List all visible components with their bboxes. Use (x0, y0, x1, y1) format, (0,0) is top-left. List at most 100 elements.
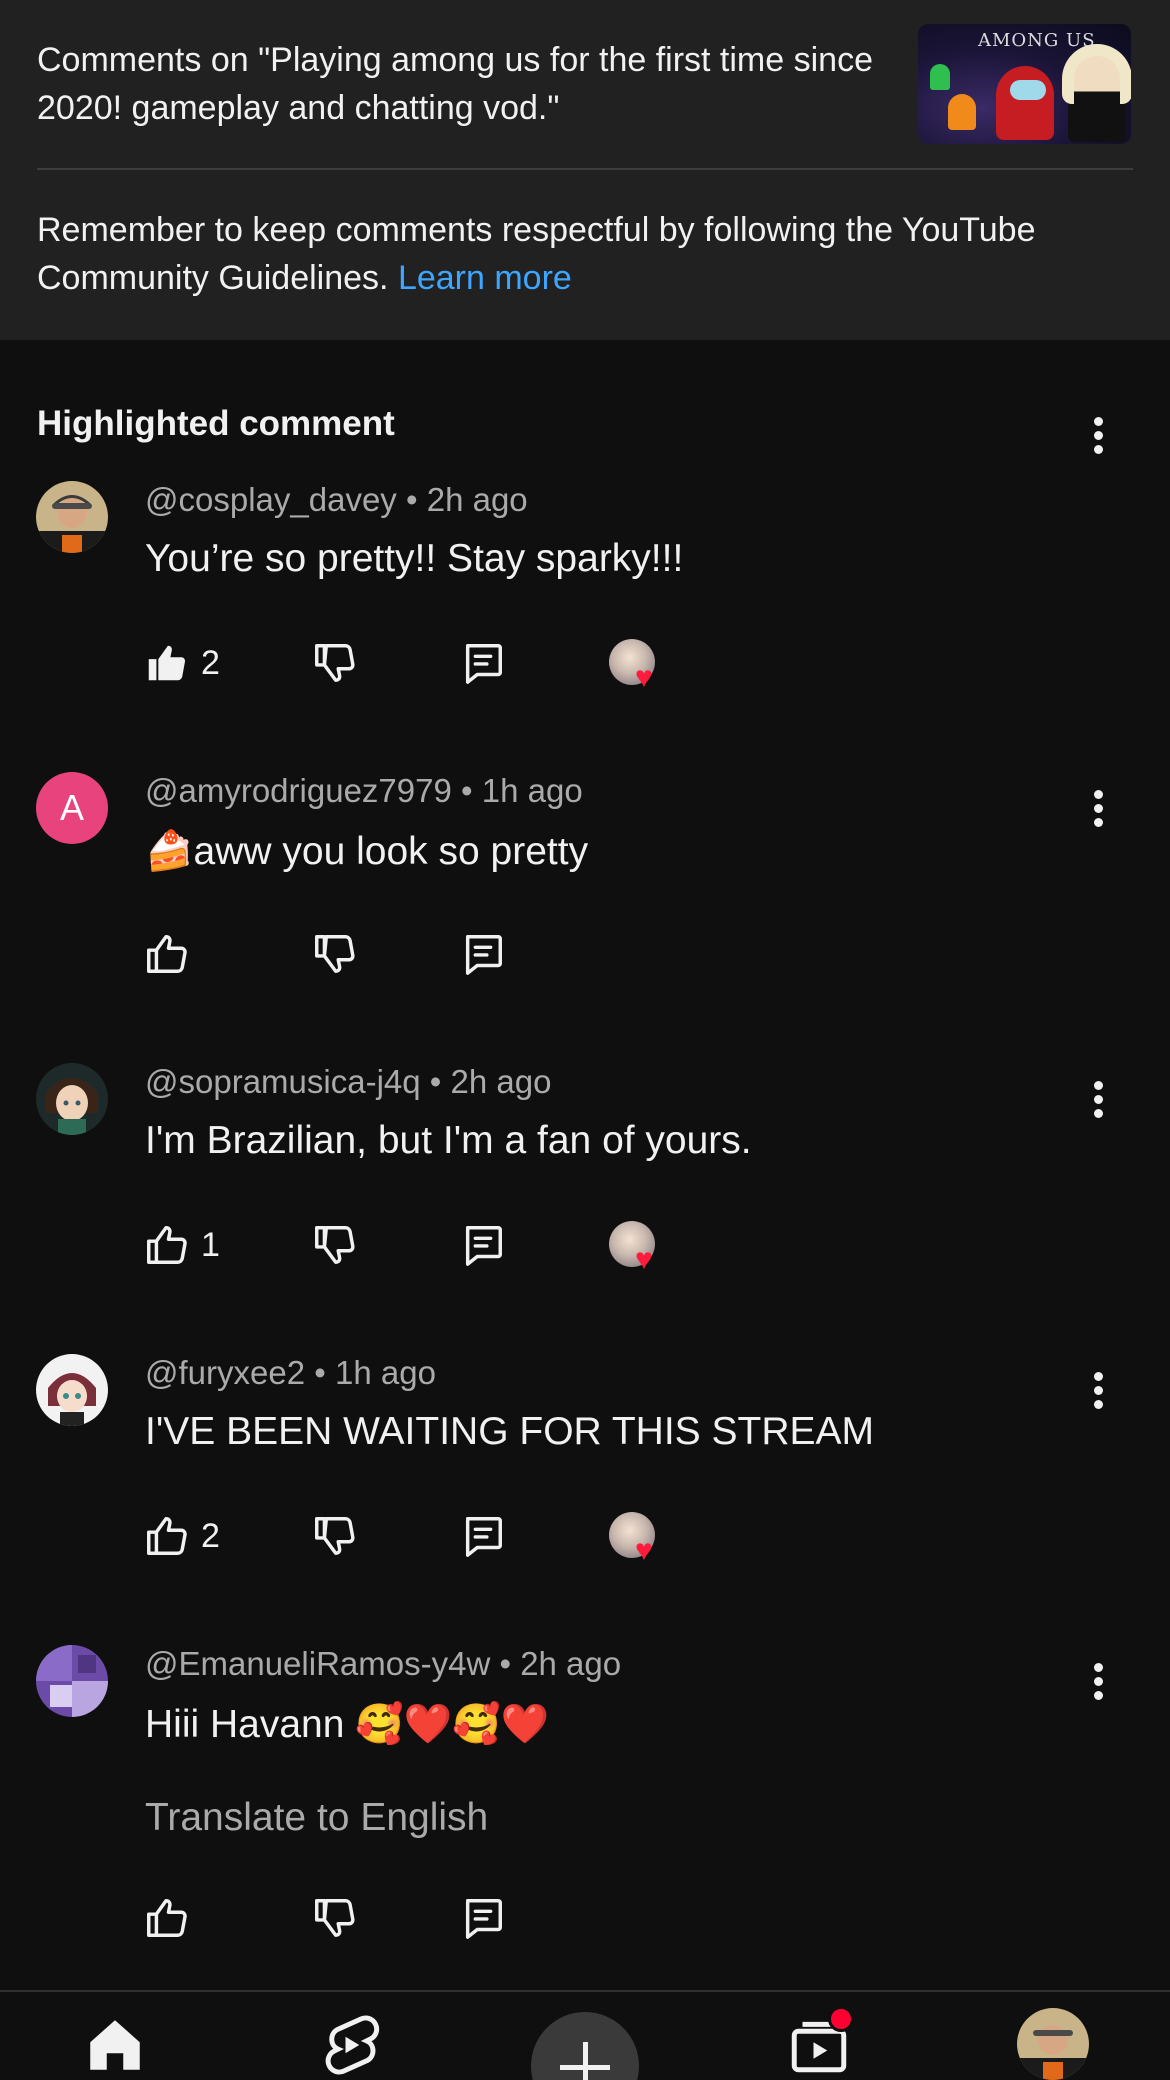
thumbs-up-icon (147, 1517, 187, 1555)
comments-title: Comments on "Playing among us for the fi… (37, 41, 873, 127)
comment-meta: @EmanueliRamos-y4w • 2h ago (145, 1645, 621, 1683)
more-vertical-icon[interactable] (1083, 1366, 1113, 1414)
more-vertical-icon[interactable] (1083, 411, 1113, 459)
thumbs-down-icon (315, 1226, 355, 1264)
thumbs-down-icon (315, 644, 355, 682)
meta-separator: • (461, 772, 473, 809)
like-count: 2 (201, 643, 220, 682)
more-vertical-icon[interactable] (1083, 1075, 1113, 1123)
comments-header: Comments on "Playing among us for the fi… (0, 0, 1170, 340)
notification-dot (828, 2006, 854, 2032)
thumbs-up-icon (147, 935, 187, 973)
thumbs-down-icon (315, 1899, 355, 1937)
comment-author[interactable]: @EmanueliRamos-y4w (145, 1645, 490, 1682)
reply-comment-icon (465, 644, 502, 684)
reply-comment-icon (465, 935, 502, 975)
comment-time: 2h ago (450, 1063, 552, 1100)
avatar[interactable] (36, 1354, 108, 1426)
avatar[interactable] (36, 1645, 108, 1717)
comment-actions (143, 1890, 743, 1946)
translate-link[interactable]: Translate to English (145, 1796, 488, 1840)
creator-heart-icon: ♥ (609, 1512, 665, 1568)
comment-actions: 1 ♥ (143, 1217, 743, 1275)
comment-actions: 2 ♥ (143, 1508, 743, 1566)
dislike-button[interactable] (311, 926, 357, 982)
like-count: 2 (201, 1516, 220, 1555)
like-button[interactable]: 1 (143, 1217, 220, 1273)
crewmate-orange (948, 94, 976, 130)
thumbs-down-icon (315, 935, 355, 973)
comment-author[interactable]: @furyxee2 (145, 1354, 305, 1391)
comment-text: Hiii Havann 🥰❤️🥰❤️ (145, 1703, 550, 1746)
bottom-navigation (0, 1990, 1170, 2080)
meta-separator: • (314, 1354, 326, 1391)
like-button[interactable]: 2 (143, 635, 220, 691)
more-vertical-icon[interactable] (1083, 1657, 1113, 1705)
reply-button[interactable] (460, 1890, 506, 1946)
like-button[interactable] (143, 1890, 189, 1946)
like-count: 1 (201, 1225, 220, 1264)
shorts-icon[interactable] (318, 2012, 384, 2080)
like-button[interactable]: 2 (143, 1508, 220, 1564)
dislike-button[interactable] (311, 1508, 357, 1564)
comment-author[interactable]: @cosplay_davey (145, 481, 397, 518)
comment-actions (143, 926, 743, 982)
dislike-button[interactable] (311, 635, 357, 691)
thumbs-down-icon (315, 1517, 355, 1555)
comment-author[interactable]: @amyrodriguez7979 (145, 772, 452, 809)
comment-text: I'm Brazilian, but I'm a fan of yours. (145, 1119, 752, 1162)
comment-meta: @cosplay_davey • 2h ago (145, 481, 528, 519)
video-thumbnail[interactable]: AMONG US (918, 24, 1131, 144)
avatar[interactable]: A (36, 772, 108, 844)
reply-comment-icon (465, 1226, 502, 1266)
meta-separator: • (499, 1645, 512, 1682)
meta-separator: • (429, 1063, 442, 1100)
crewmate-green (930, 64, 950, 90)
streamer-hair (1062, 44, 1131, 104)
dislike-button[interactable] (311, 1217, 357, 1273)
guidelines-notice: Remember to keep comments respectful by … (37, 206, 1127, 302)
thumbnail-title: AMONG US (978, 30, 1096, 51)
comment-time: 1h ago (481, 772, 583, 809)
reply-comment-icon (465, 1899, 502, 1939)
reply-button[interactable] (460, 635, 506, 691)
comment-meta: @furyxee2 • 1h ago (145, 1354, 436, 1392)
creator-heart-icon: ♥ (609, 639, 665, 695)
learn-more-link[interactable]: Learn more (398, 259, 572, 297)
comment-text: You’re so pretty!! Stay sparky!!! (145, 537, 684, 580)
comment-time: 2h ago (426, 481, 528, 518)
thumbs-up-icon (147, 1226, 187, 1264)
comment-text: I'VE BEEN WAITING FOR THIS STREAM (145, 1410, 875, 1453)
avatar[interactable] (36, 481, 108, 553)
crewmate-visor (1010, 80, 1046, 100)
header-divider (37, 168, 1133, 170)
reply-button[interactable] (460, 1508, 506, 1564)
comment-actions: 2 ♥ (143, 635, 743, 693)
reply-button[interactable] (460, 926, 506, 982)
heart-icon: ♥ (635, 1534, 653, 1567)
comment-meta: @amyrodriguez7979 • 1h ago (145, 772, 583, 810)
thumbs-up-icon (147, 1899, 187, 1937)
comment-time: 1h ago (334, 1354, 436, 1391)
crewmate-red (996, 66, 1054, 140)
create-icon[interactable] (531, 2012, 639, 2080)
comment-meta: @sopramusica-j4q • 2h ago (145, 1063, 551, 1101)
avatar-letter: A (59, 787, 84, 828)
highlighted-comment-label: Highlighted comment (37, 404, 395, 443)
like-button[interactable] (143, 926, 189, 982)
comment-time: 2h ago (520, 1645, 622, 1682)
reply-button[interactable] (460, 1217, 506, 1273)
reply-comment-icon (465, 1517, 502, 1557)
comment-text: 🍰aww you look so pretty (145, 830, 589, 873)
thumbs-up-icon (148, 645, 186, 681)
comment-author[interactable]: @sopramusica-j4q (145, 1063, 421, 1100)
meta-separator: • (405, 481, 418, 518)
dislike-button[interactable] (311, 1890, 357, 1946)
home-icon[interactable] (82, 2012, 148, 2080)
creator-heart-icon: ♥ (609, 1221, 665, 1277)
more-vertical-icon[interactable] (1083, 784, 1113, 832)
heart-icon: ♥ (635, 661, 653, 694)
avatar[interactable] (36, 1063, 108, 1135)
heart-icon: ♥ (635, 1243, 653, 1276)
profile-avatar[interactable] (1017, 2008, 1089, 2080)
